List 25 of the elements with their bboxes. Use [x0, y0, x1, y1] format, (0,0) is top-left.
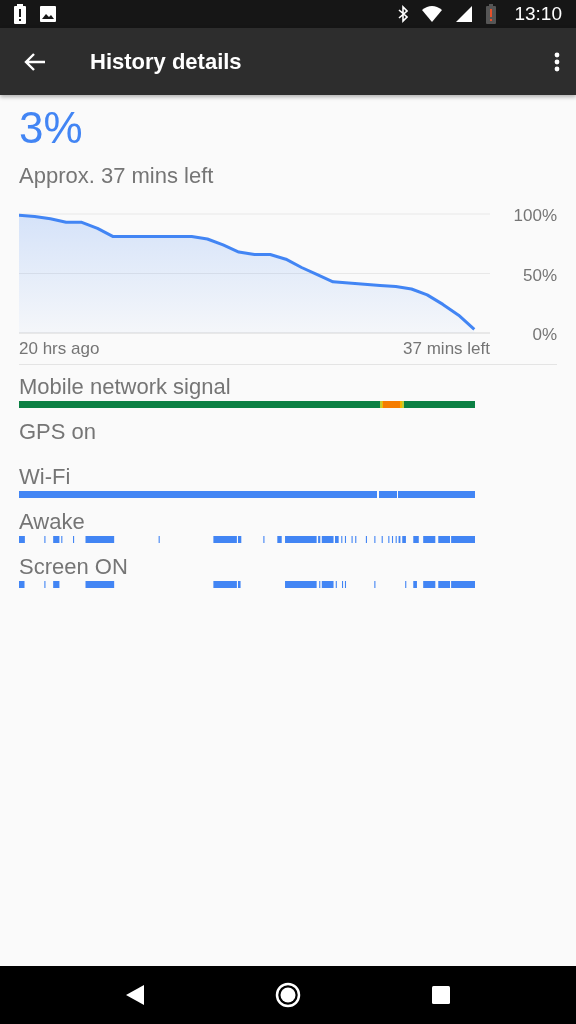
timeline-label: Mobile network signal: [19, 373, 231, 401]
time-remaining: Approx. 37 mins left: [19, 163, 214, 189]
image-icon: [40, 6, 56, 22]
back-arrow-icon: [24, 51, 46, 72]
axis-tick-label: 50%: [522, 265, 557, 285]
screen-title: History details: [90, 48, 242, 75]
battery-low-icon: [486, 4, 497, 24]
axis-tick-label: 0%: [532, 325, 557, 343]
wifi-icon: [422, 6, 443, 22]
timeline-label: Awake: [19, 508, 85, 536]
more-vertical-icon: [554, 51, 560, 72]
cell-signal-icon: [456, 6, 473, 22]
recents-square-icon: [432, 986, 451, 1004]
battery-alert-icon: [14, 4, 26, 24]
axis-tick-label: 20 hrs ago: [19, 339, 100, 359]
timeline-label: Wi-Fi: [19, 463, 71, 491]
bluetooth-icon: [398, 5, 409, 23]
axis-tick-label: 37 mins left: [403, 339, 490, 359]
home-circle-icon: [275, 982, 301, 1008]
axis-tick-label: 100%: [513, 206, 557, 225]
timeline-label: GPS on: [19, 418, 97, 446]
timeline-label: Screen ON: [19, 553, 128, 581]
clock-time: 13:10: [514, 3, 562, 25]
battery-percentage: 3%: [19, 103, 83, 153]
triangle-back-icon: [125, 985, 144, 1005]
